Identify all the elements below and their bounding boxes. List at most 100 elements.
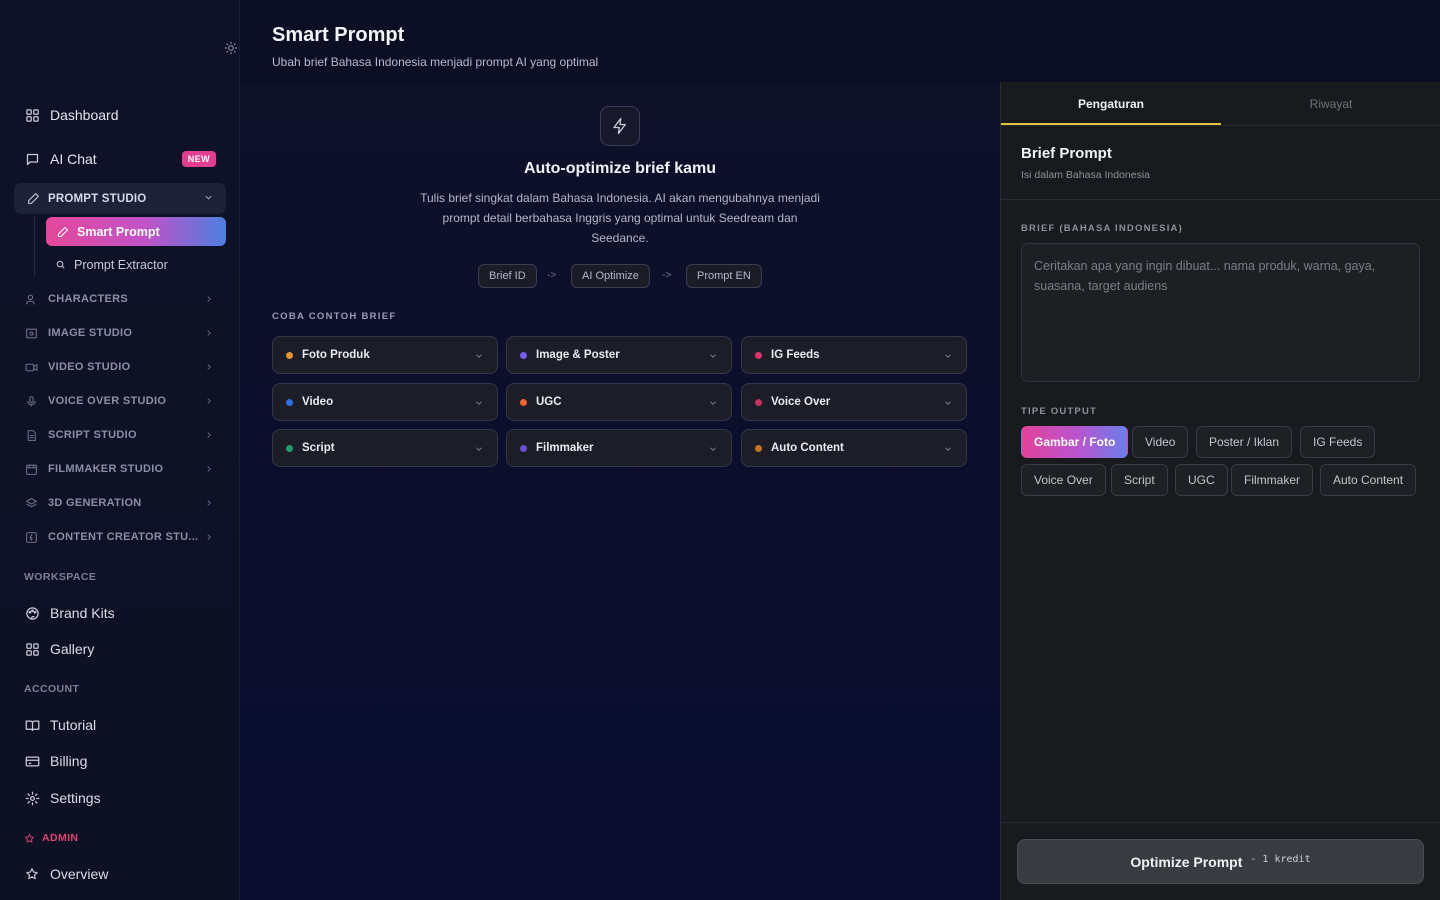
page-title: Smart Prompt	[272, 24, 405, 46]
layers-icon	[24, 496, 38, 510]
chevron-down-icon	[708, 398, 718, 411]
sidebar-section-characters[interactable]: CHARACTERS	[14, 284, 226, 314]
sidebar-item-gallery[interactable]: Gallery	[24, 637, 94, 661]
sidebar-item-brand-kits[interactable]: Brand Kits	[24, 601, 115, 625]
chevron-down-icon	[203, 192, 214, 206]
chat-icon	[24, 151, 40, 167]
sidebar-item-settings[interactable]: Settings	[24, 786, 101, 810]
new-badge: NEW	[181, 151, 216, 167]
category-dot	[520, 398, 527, 406]
category-dot	[755, 398, 762, 406]
sidebar-item-tutorial[interactable]: Tutorial	[24, 713, 96, 737]
type-chip-auto-content[interactable]: Auto Content	[1320, 464, 1417, 496]
flow-arrow: ->	[662, 270, 672, 281]
category-dot	[286, 398, 293, 406]
optimize-button-label: Optimize Prompt	[1130, 853, 1243, 870]
sidebar-item-label: Gallery	[50, 641, 95, 657]
sidebar-section-label: 3D GENERATION	[48, 497, 142, 509]
clapperboard-icon	[24, 462, 38, 476]
star-icon	[24, 831, 36, 843]
sun-icon	[224, 41, 238, 55]
category-dot	[520, 351, 527, 359]
category-dot	[286, 444, 293, 452]
sidebar-section-filmmaker-studio[interactable]: FILMMAKER STUDIO	[14, 454, 226, 484]
pen-icon	[26, 192, 40, 206]
type-chip-script[interactable]: Script	[1111, 464, 1168, 496]
example-card-script[interactable]: Script	[272, 429, 498, 467]
grid-icon	[24, 107, 40, 123]
sidebar-item-label: Prompt Extractor	[74, 257, 168, 272]
tab-riwayat[interactable]: Riwayat	[1221, 82, 1440, 126]
sidebar-item-overview[interactable]: Overview	[24, 862, 108, 886]
example-card-ugc[interactable]: UGC	[506, 383, 732, 421]
chevron-down-icon	[943, 398, 953, 411]
type-chip-gambar-foto[interactable]: Gambar / Foto	[1021, 426, 1129, 458]
flow-step-brief-id: Brief ID	[478, 264, 537, 288]
sidebar-section-label: VIDEO STUDIO	[48, 361, 131, 373]
tab-pengaturan[interactable]: Pengaturan	[1001, 82, 1221, 126]
hero-description: Tulis brief singkat dalam Bahasa Indones…	[420, 191, 820, 245]
sidebar-section-label: IMAGE STUDIO	[48, 327, 133, 339]
chevron-down-icon	[474, 398, 484, 411]
chevron-right-icon	[204, 498, 214, 511]
video-icon	[24, 360, 38, 374]
category-dot	[520, 444, 527, 452]
type-chip-ig-feeds[interactable]: IG Feeds	[1300, 426, 1376, 458]
subtree-line	[34, 216, 35, 276]
star-icon	[24, 866, 40, 882]
type-chip-poster-iklan[interactable]: Poster / Iklan	[1196, 426, 1293, 458]
theme-toggle-button[interactable]	[222, 39, 240, 57]
example-card-ig-feeds[interactable]: IG Feeds	[741, 336, 967, 374]
sidebar-section-label: VOICE OVER STUDIO	[48, 395, 167, 407]
type-chip-video[interactable]: Video	[1132, 426, 1189, 458]
example-card-auto-content[interactable]: Auto Content	[741, 429, 967, 467]
sidebar-item-label: Settings	[50, 790, 101, 806]
panel-divider	[1001, 199, 1440, 200]
category-dot	[755, 444, 762, 452]
type-chip-ugc[interactable]: UGC	[1175, 464, 1228, 496]
brief-prompt-subtitle: Isi dalam Bahasa Indonesia	[1021, 169, 1150, 181]
flow-step-prompt-en: Prompt EN	[686, 264, 762, 288]
sidebar-section-3d-generation[interactable]: 3D GENERATION	[14, 488, 226, 518]
sidebar-section-voice-over-studio[interactable]: VOICE OVER STUDIO	[14, 386, 226, 416]
example-card-label: Voice Over	[771, 396, 831, 408]
type-chip-voice-over[interactable]: Voice Over	[1021, 464, 1106, 496]
example-card-video[interactable]: Video	[272, 383, 498, 421]
example-card-label: Auto Content	[771, 442, 844, 454]
sidebar-section-prompt-studio[interactable]: PROMPT STUDIO	[14, 183, 226, 214]
flow-arrow: ->	[547, 270, 557, 281]
sidebar-item-label: Brand Kits	[50, 605, 115, 621]
sidebar-section-content-creator-studio[interactable]: CONTENT CREATOR STU...	[14, 522, 226, 552]
sidebar-item-billing[interactable]: Billing	[24, 749, 87, 773]
example-card-filmmaker[interactable]: Filmmaker	[506, 429, 732, 467]
bolt-badge	[600, 106, 640, 146]
chevron-right-icon	[204, 464, 214, 477]
pen-icon	[57, 226, 69, 238]
document-icon	[24, 428, 38, 442]
example-card-label: Video	[302, 396, 334, 408]
sidebar-item-label: AI Chat	[50, 151, 97, 167]
sidebar-section-video-studio[interactable]: VIDEO STUDIO	[14, 352, 226, 382]
chevron-right-icon	[204, 362, 214, 375]
example-card-voice-over[interactable]: Voice Over	[741, 383, 967, 421]
examples-label: COBA CONTOH BRIEF	[272, 311, 397, 322]
type-chip-filmmaker[interactable]: Filmmaker	[1231, 464, 1313, 496]
example-card-foto-produk[interactable]: Foto Produk	[272, 336, 498, 374]
sidebar-item-smart-prompt[interactable]: Smart Prompt	[46, 217, 226, 246]
optimize-prompt-button[interactable]: Optimize Prompt - 1 kredit	[1017, 839, 1424, 884]
sidebar-item-label: Tutorial	[50, 717, 97, 733]
sidebar-item-dashboard[interactable]: Dashboard	[14, 97, 226, 133]
chevron-down-icon	[943, 351, 953, 364]
chevron-down-icon	[708, 351, 718, 364]
example-card-label: UGC	[536, 396, 562, 408]
example-card-label: Script	[302, 442, 335, 454]
chevron-right-icon	[204, 294, 214, 307]
tabs-divider	[1001, 125, 1440, 126]
sidebar-section-image-studio[interactable]: IMAGE STUDIO	[14, 318, 226, 348]
example-card-image-poster[interactable]: Image & Poster	[506, 336, 732, 374]
sidebar-item-prompt-extractor[interactable]: Prompt Extractor	[46, 250, 226, 279]
brief-field-label: BRIEF (BAHASA INDONESIA)	[1021, 223, 1183, 234]
brief-textarea[interactable]	[1021, 243, 1420, 382]
sidebar-section-script-studio[interactable]: SCRIPT STUDIO	[14, 420, 226, 450]
sidebar-item-ai-chat[interactable]: AI Chat NEW	[14, 141, 226, 177]
